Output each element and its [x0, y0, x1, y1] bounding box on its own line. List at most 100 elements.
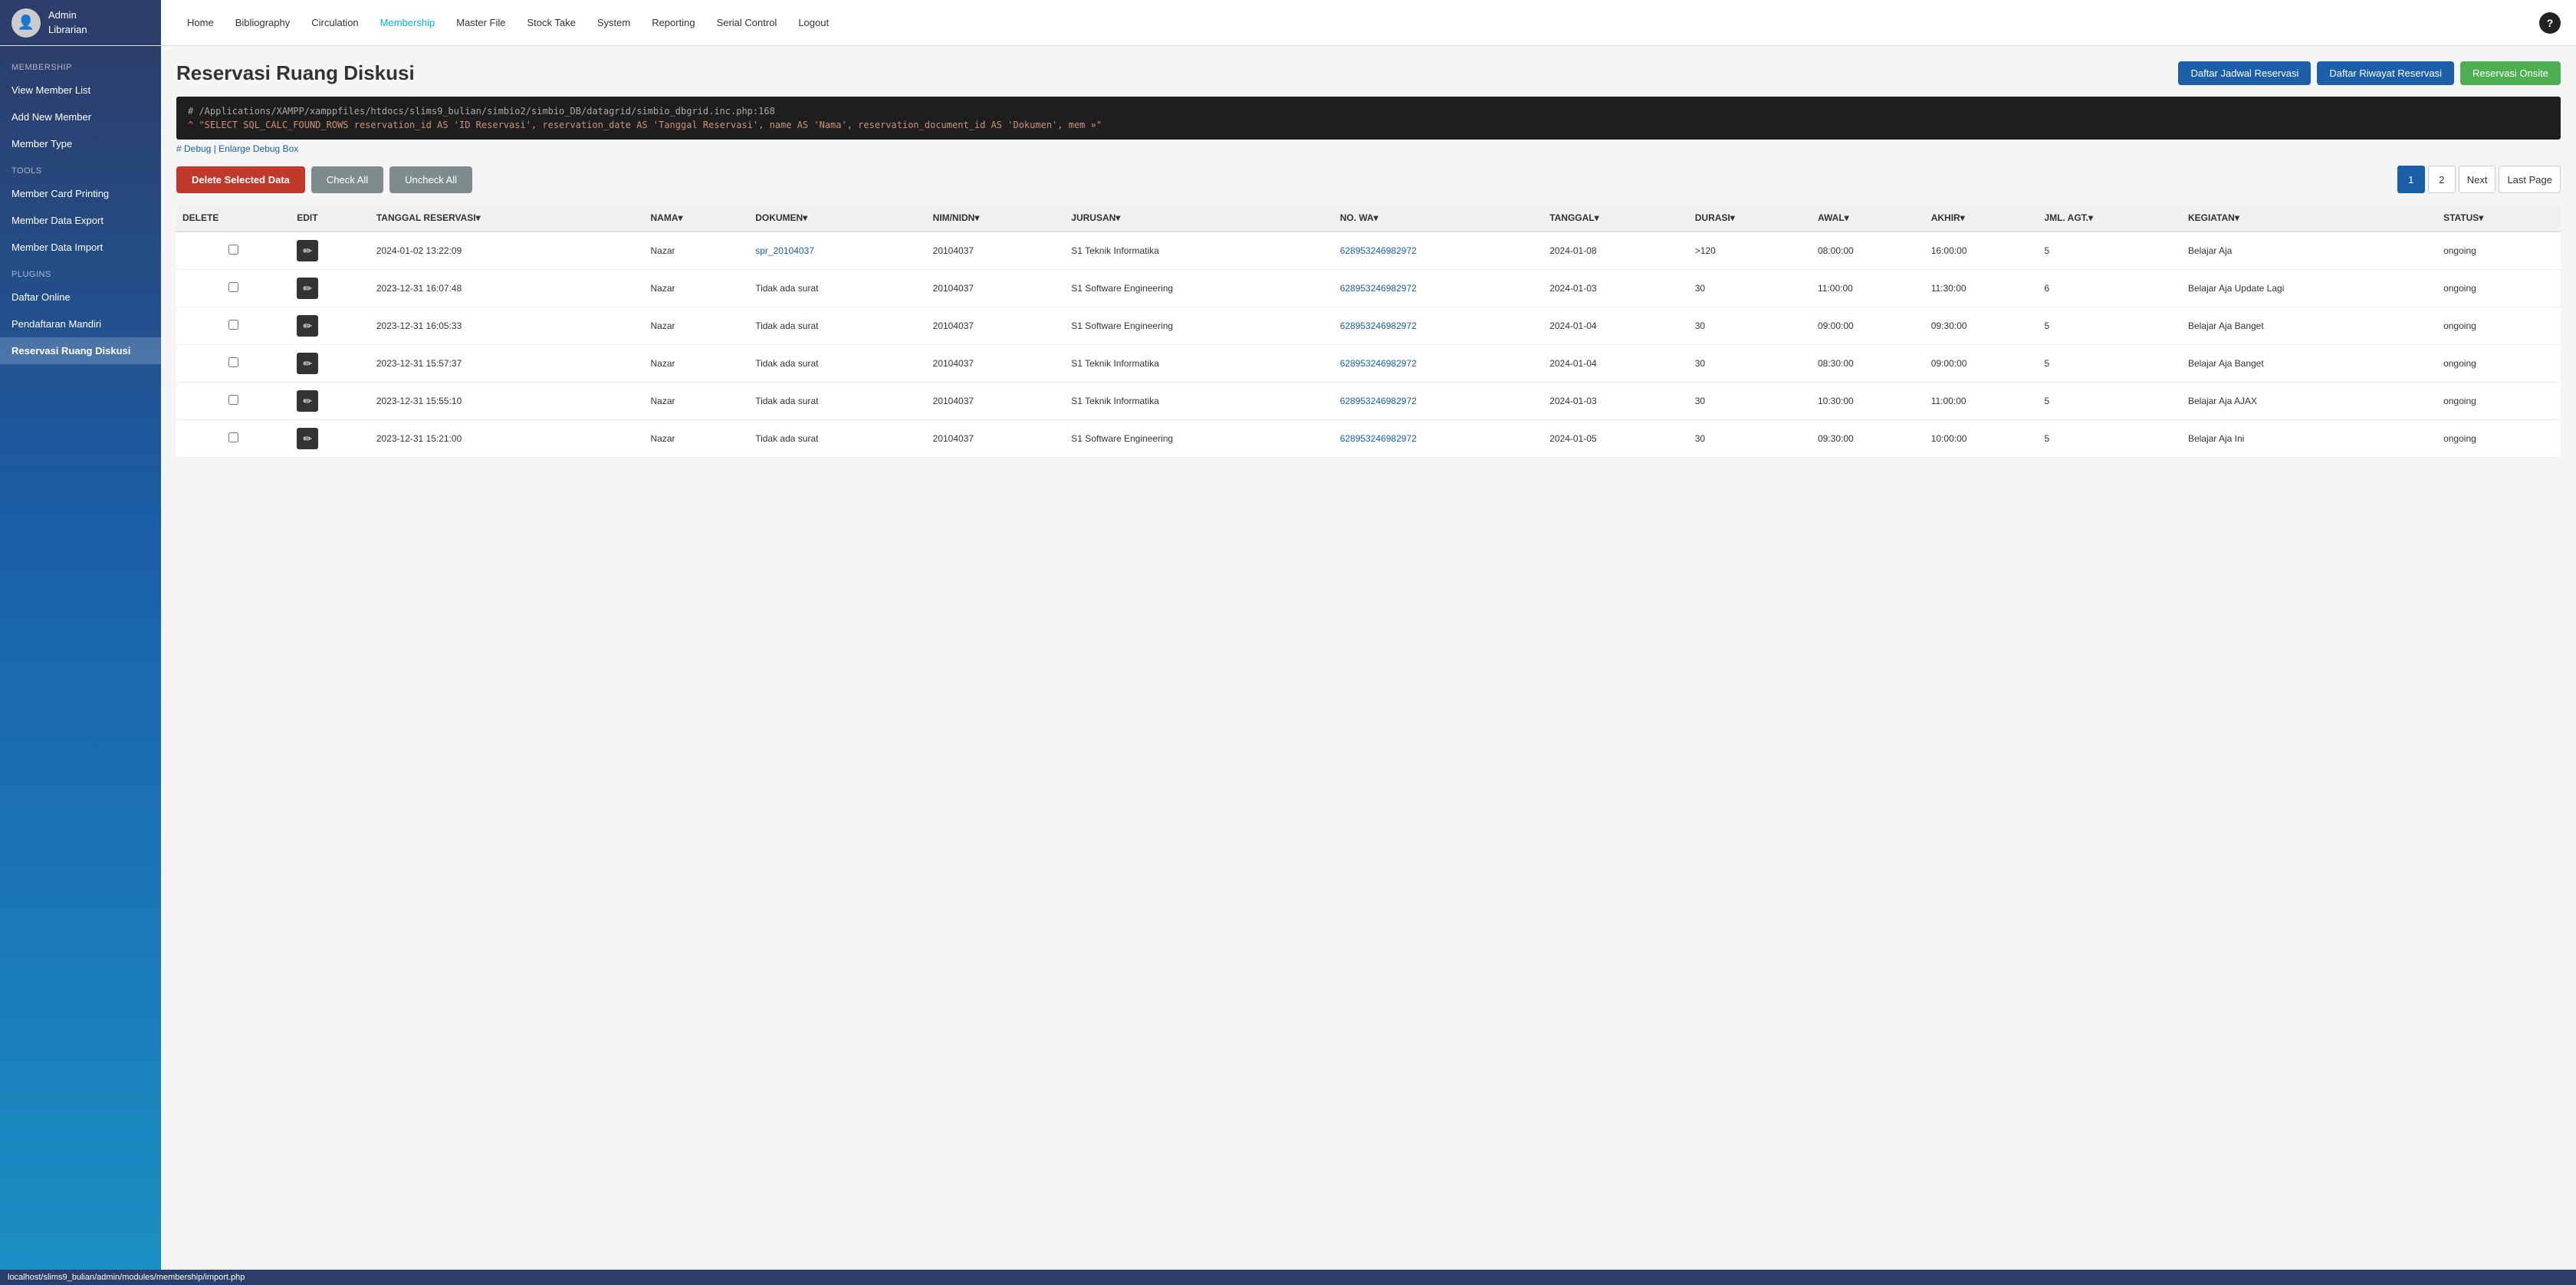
sidebar-item-reservasi-ruang-diskusi[interactable]: Reservasi Ruang Diskusi — [0, 337, 161, 364]
nav-link-home[interactable]: Home — [176, 0, 225, 46]
col-nim-nidn-[interactable]: NIM/NIDN▾ — [927, 205, 1066, 232]
page-btn-2[interactable]: 2 — [2428, 166, 2456, 193]
enlarge-debug-link[interactable]: Enlarge Debug Box — [219, 143, 298, 154]
tanggal-cell: 2024-01-08 — [1543, 232, 1689, 270]
col-akhir-[interactable]: AKHIR▾ — [1925, 205, 2039, 232]
jurusan-cell: S1 Software Engineering — [1065, 307, 1333, 345]
nav-link-reporting[interactable]: Reporting — [641, 0, 705, 46]
jml-agt-cell: 5 — [2038, 420, 2181, 458]
top-navbar: 👤 Admin Librarian HomeBibliographyCircul… — [0, 0, 2576, 46]
brand-text: Admin Librarian — [48, 8, 87, 36]
kegiatan-cell: Belajar Aja AJAX — [2182, 383, 2437, 420]
delete-selected-button[interactable]: Delete Selected Data — [176, 166, 305, 193]
no-wa-cell-link[interactable]: 628953246982972 — [1340, 358, 1417, 369]
delete-cell — [176, 307, 291, 345]
no-wa-cell-link[interactable]: 628953246982972 — [1340, 320, 1417, 331]
nama-cell: Nazar — [645, 420, 750, 458]
dokumen-cell: Tidak ada surat — [749, 420, 926, 458]
sidebar-item-member-data-import[interactable]: Member Data Import — [0, 234, 161, 261]
tanggal-cell: 2024-01-03 — [1543, 270, 1689, 307]
nav-link-system[interactable]: System — [586, 0, 641, 46]
kegiatan-cell: Belajar Aja Update Lagi — [2182, 270, 2437, 307]
nav-links: HomeBibliographyCirculationMembershipMas… — [176, 0, 2539, 46]
delete-cell — [176, 232, 291, 270]
col-tanggal-reservasi-[interactable]: TANGGAL RESERVASI▾ — [370, 205, 645, 232]
durasi-cell: 30 — [1689, 383, 1812, 420]
edit-button[interactable]: ✏ — [297, 390, 318, 412]
edit-button[interactable]: ✏ — [297, 353, 318, 374]
col-durasi-[interactable]: DURASI▾ — [1689, 205, 1812, 232]
nav-link-membership[interactable]: Membership — [370, 0, 446, 46]
page-btn-last-page[interactable]: Last Page — [2499, 166, 2561, 193]
delete-checkbox[interactable] — [228, 320, 238, 330]
reservasi-onsite-button[interactable]: Reservasi Onsite — [2460, 61, 2561, 85]
edit-cell: ✏ — [291, 307, 370, 345]
delete-checkbox[interactable] — [228, 395, 238, 405]
edit-button[interactable]: ✏ — [297, 315, 318, 337]
col-status-[interactable]: STATUS▾ — [2437, 205, 2561, 232]
col-jml-agt-[interactable]: JML. AGT.▾ — [2038, 205, 2181, 232]
col-no-wa-[interactable]: NO. WA▾ — [1334, 205, 1544, 232]
daftar-jadwal-button[interactable]: Daftar Jadwal Reservasi — [2178, 61, 2311, 85]
delete-checkbox[interactable] — [228, 357, 238, 367]
nav-link-circulation[interactable]: Circulation — [301, 0, 369, 46]
sidebar-item-pendaftaran-mandiri[interactable]: Pendaftaran Mandiri — [0, 311, 161, 337]
sidebar-item-member-type[interactable]: Member Type — [0, 130, 161, 157]
page-btn-1[interactable]: 1 — [2397, 166, 2425, 193]
col-nama-[interactable]: NAMA▾ — [645, 205, 750, 232]
page-header-buttons: Daftar Jadwal Reservasi Daftar Riwayat R… — [2178, 61, 2561, 85]
col-kegiatan-[interactable]: KEGIATAN▾ — [2182, 205, 2437, 232]
nim-cell: 20104037 — [927, 270, 1066, 307]
edit-cell: ✏ — [291, 270, 370, 307]
nav-link-serial-control[interactable]: Serial Control — [706, 0, 788, 46]
sidebar-section-tools: TOOLS — [0, 157, 161, 180]
nav-link-bibliography[interactable]: Bibliography — [225, 0, 301, 46]
nav-link-logout[interactable]: Logout — [787, 0, 840, 46]
dokumen-cell-link[interactable]: spr_20104037 — [755, 245, 814, 256]
awal-cell: 10:30:00 — [1812, 383, 1925, 420]
col-edit[interactable]: EDIT — [291, 205, 370, 232]
no-wa-cell-link[interactable]: 628953246982972 — [1340, 245, 1417, 256]
col-delete[interactable]: DELETE — [176, 205, 291, 232]
nav-link-stock-take[interactable]: Stock Take — [516, 0, 586, 46]
sidebar-item-daftar-online[interactable]: Daftar Online — [0, 284, 161, 311]
col-awal-[interactable]: AWAL▾ — [1812, 205, 1925, 232]
sidebar: MEMBERSHIP View Member List Add New Memb… — [0, 46, 161, 1270]
brand-name: Admin — [48, 8, 87, 22]
status-cell: ongoing — [2437, 270, 2561, 307]
sidebar-item-member-data-export[interactable]: Member Data Export — [0, 207, 161, 234]
sidebar-item-add-new-member[interactable]: Add New Member — [0, 104, 161, 130]
no-wa-cell: 628953246982972 — [1334, 383, 1544, 420]
tanggal-cell: 2024-01-04 — [1543, 307, 1689, 345]
page-btn-next[interactable]: Next — [2459, 166, 2496, 193]
edit-button[interactable]: ✏ — [297, 240, 318, 261]
daftar-riwayat-button[interactable]: Daftar Riwayat Reservasi — [2317, 61, 2454, 85]
col-jurusan-[interactable]: JURUSAN▾ — [1065, 205, 1333, 232]
brand-area: 👤 Admin Librarian — [0, 0, 161, 45]
status-cell: ongoing — [2437, 383, 2561, 420]
debug-sql: ^ "SELECT SQL_CALC_FOUND_ROWS reservatio… — [188, 118, 2549, 132]
awal-cell: 08:00:00 — [1812, 232, 1925, 270]
sidebar-item-view-member-list[interactable]: View Member List — [0, 77, 161, 104]
col-dokumen-[interactable]: DOKUMEN▾ — [749, 205, 926, 232]
dokumen-cell: Tidak ada surat — [749, 383, 926, 420]
no-wa-cell-link[interactable]: 628953246982972 — [1340, 396, 1417, 406]
delete-checkbox[interactable] — [228, 432, 238, 442]
edit-button[interactable]: ✏ — [297, 278, 318, 299]
awal-cell: 09:00:00 — [1812, 307, 1925, 345]
sidebar-item-member-card-printing[interactable]: Member Card Printing — [0, 180, 161, 207]
no-wa-cell-link[interactable]: 628953246982972 — [1340, 283, 1417, 294]
col-tanggal-[interactable]: TANGGAL▾ — [1543, 205, 1689, 232]
nav-link-master-file[interactable]: Master File — [445, 0, 516, 46]
delete-checkbox[interactable] — [228, 282, 238, 292]
uncheck-all-button[interactable]: Uncheck All — [389, 166, 472, 193]
status-cell: ongoing — [2437, 307, 2561, 345]
no-wa-cell-link[interactable]: 628953246982972 — [1340, 433, 1417, 444]
help-button[interactable]: ? — [2539, 12, 2561, 34]
edit-button[interactable]: ✏ — [297, 428, 318, 449]
durasi-cell: 30 — [1689, 345, 1812, 383]
table-body: ✏2024-01-02 13:22:09Nazarspr_20104037201… — [176, 232, 2561, 458]
check-all-button[interactable]: Check All — [311, 166, 383, 193]
delete-checkbox[interactable] — [228, 245, 238, 255]
sidebar-section-membership: MEMBERSHIP — [0, 54, 161, 77]
